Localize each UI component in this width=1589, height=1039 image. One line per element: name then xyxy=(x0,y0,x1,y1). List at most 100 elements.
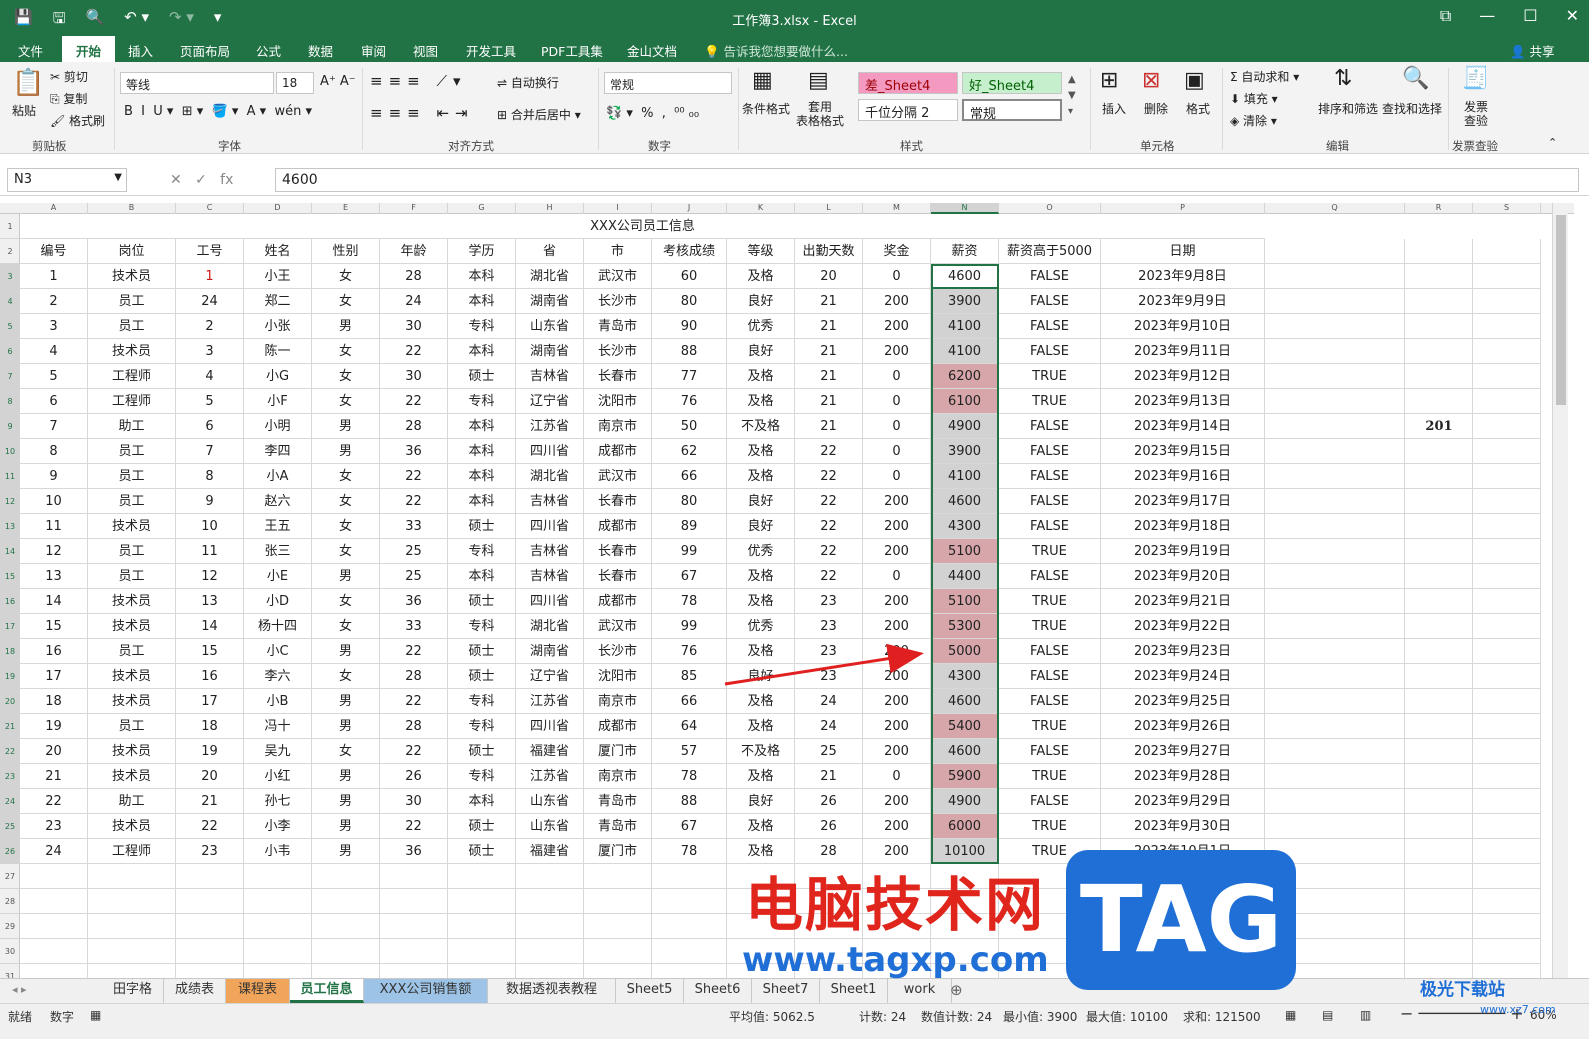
table-cell[interactable]: 15 xyxy=(20,614,88,639)
table-cell[interactable]: TRUE xyxy=(999,589,1101,614)
table-cell[interactable]: 硕士 xyxy=(448,664,516,689)
empty-cell[interactable] xyxy=(1405,814,1473,839)
salary-cell[interactable]: 3900 xyxy=(931,439,999,464)
table-cell[interactable]: 良好 xyxy=(727,339,795,364)
table-cell[interactable]: 青岛市 xyxy=(584,789,652,814)
row-header[interactable]: 2 xyxy=(0,239,20,264)
table-cell[interactable]: 12 xyxy=(176,564,244,589)
table-cell[interactable]: FALSE xyxy=(999,339,1101,364)
table-cell[interactable]: 200 xyxy=(863,714,931,739)
row-header[interactable]: 3 xyxy=(0,264,20,289)
salary-cell[interactable]: 5400 xyxy=(931,714,999,739)
table-cell[interactable]: 0 xyxy=(863,389,931,414)
column-header[interactable]: R xyxy=(1405,203,1473,214)
salary-cell[interactable]: 4100 xyxy=(931,339,999,364)
table-cell[interactable]: 专科 xyxy=(448,764,516,789)
empty-cell[interactable] xyxy=(1473,539,1541,564)
table-cell[interactable]: 2023年9月14日 xyxy=(1101,414,1265,439)
empty-cell[interactable] xyxy=(1473,939,1541,964)
table-cell[interactable]: 24 xyxy=(795,714,863,739)
empty-cell[interactable] xyxy=(1265,564,1405,589)
table-cell[interactable]: 及格 xyxy=(727,814,795,839)
tab-pdf-tools[interactable]: PDF工具集 xyxy=(541,41,603,60)
table-cell[interactable]: 吉林省 xyxy=(516,364,584,389)
table-cell[interactable]: 小张 xyxy=(244,314,312,339)
column-title-13[interactable]: 薪资 xyxy=(931,239,999,264)
column-title-11[interactable]: 出勤天数 xyxy=(795,239,863,264)
table-cell[interactable]: 2 xyxy=(176,314,244,339)
empty-cell[interactable] xyxy=(1473,314,1541,339)
table-cell[interactable]: 23 xyxy=(176,839,244,864)
table-cell[interactable]: 25 xyxy=(380,539,448,564)
table-cell[interactable]: 女 xyxy=(312,464,380,489)
tab-review[interactable]: 审阅 xyxy=(361,41,386,60)
page-layout-view-icon[interactable]: ▤ xyxy=(1322,1008,1333,1022)
table-cell[interactable]: 36 xyxy=(380,589,448,614)
empty-cell[interactable] xyxy=(1473,564,1541,589)
sheet-tab[interactable]: 员工信息 xyxy=(290,979,364,1003)
salary-cell[interactable]: 4600 xyxy=(931,264,999,289)
fill-button[interactable]: ⬇ 填充 ▾ xyxy=(1230,90,1278,107)
table-cell[interactable]: 21 xyxy=(795,339,863,364)
table-cell[interactable]: 李四 xyxy=(244,439,312,464)
table-cell[interactable]: 57 xyxy=(652,739,727,764)
horizontal-align-icon[interactable]: ≡≡≡ ⇤⇥ xyxy=(370,104,474,122)
table-cell[interactable]: 30 xyxy=(380,314,448,339)
empty-cell[interactable] xyxy=(1473,489,1541,514)
empty-cell[interactable] xyxy=(88,914,176,939)
column-header[interactable]: M xyxy=(863,203,931,214)
table-cell[interactable]: 6 xyxy=(20,389,88,414)
table-cell[interactable]: 28 xyxy=(380,264,448,289)
table-cell[interactable]: 及格 xyxy=(727,714,795,739)
table-cell[interactable]: 本科 xyxy=(448,439,516,464)
row-header[interactable]: 30 xyxy=(0,939,20,964)
table-cell[interactable]: 21 xyxy=(795,389,863,414)
table-cell[interactable]: 男 xyxy=(312,764,380,789)
table-cell[interactable]: 四川省 xyxy=(516,439,584,464)
table-cell[interactable]: 员工 xyxy=(88,714,176,739)
format-painter-button[interactable]: 🖌 格式刷 xyxy=(50,112,105,129)
table-cell[interactable]: 21 xyxy=(795,289,863,314)
tab-view[interactable]: 视图 xyxy=(413,41,438,60)
empty-cell[interactable] xyxy=(1265,589,1405,614)
table-cell[interactable]: 及格 xyxy=(727,639,795,664)
sort-filter-icon[interactable]: ⇅ xyxy=(1334,66,1352,91)
table-cell[interactable]: FALSE xyxy=(999,414,1101,439)
table-cell[interactable]: 17 xyxy=(176,689,244,714)
invoice-check-icon[interactable]: 🧾 xyxy=(1462,66,1489,91)
table-cell[interactable]: FALSE xyxy=(999,314,1101,339)
row-header[interactable]: 10 xyxy=(0,439,20,464)
normal-view-icon[interactable]: ▦ xyxy=(1285,1008,1296,1022)
table-cell[interactable]: 18 xyxy=(176,714,244,739)
table-cell[interactable]: TRUE xyxy=(999,814,1101,839)
empty-cell[interactable] xyxy=(312,939,380,964)
salary-cell[interactable]: 4600 xyxy=(931,689,999,714)
table-cell[interactable]: 湖北省 xyxy=(516,264,584,289)
table-cell[interactable]: 13 xyxy=(20,564,88,589)
empty-cell[interactable] xyxy=(380,889,448,914)
empty-cell[interactable] xyxy=(20,939,88,964)
sheet-tab[interactable]: 数据透视表教程 xyxy=(488,979,616,1003)
merge-center-button[interactable]: ⊞ 合并后居中 ▾ xyxy=(497,106,581,123)
empty-cell[interactable] xyxy=(1265,339,1405,364)
table-cell[interactable]: 200 xyxy=(863,689,931,714)
empty-cell[interactable] xyxy=(20,914,88,939)
sheet-tab[interactable]: 成绩表 xyxy=(164,979,226,1003)
table-cell[interactable]: 员工 xyxy=(88,639,176,664)
table-cell[interactable]: 80 xyxy=(652,489,727,514)
number-format-select[interactable]: 常规 xyxy=(604,72,732,94)
scrollbar-thumb[interactable] xyxy=(1556,215,1566,405)
empty-cell[interactable] xyxy=(1473,289,1541,314)
table-cell[interactable]: 李六 xyxy=(244,664,312,689)
salary-cell[interactable]: 3900 xyxy=(931,289,999,314)
table-cell[interactable]: 21 xyxy=(795,314,863,339)
row-header[interactable]: 4 xyxy=(0,289,20,314)
empty-cell[interactable] xyxy=(1265,539,1405,564)
empty-cell[interactable] xyxy=(1265,364,1405,389)
table-cell[interactable]: 湖北省 xyxy=(516,614,584,639)
page-break-view-icon[interactable]: ▥ xyxy=(1360,1008,1371,1022)
table-cell[interactable]: FALSE xyxy=(999,439,1101,464)
table-cell[interactable]: 22 xyxy=(380,814,448,839)
salary-cell[interactable]: 4100 xyxy=(931,314,999,339)
table-cell[interactable]: 2023年9月21日 xyxy=(1101,589,1265,614)
